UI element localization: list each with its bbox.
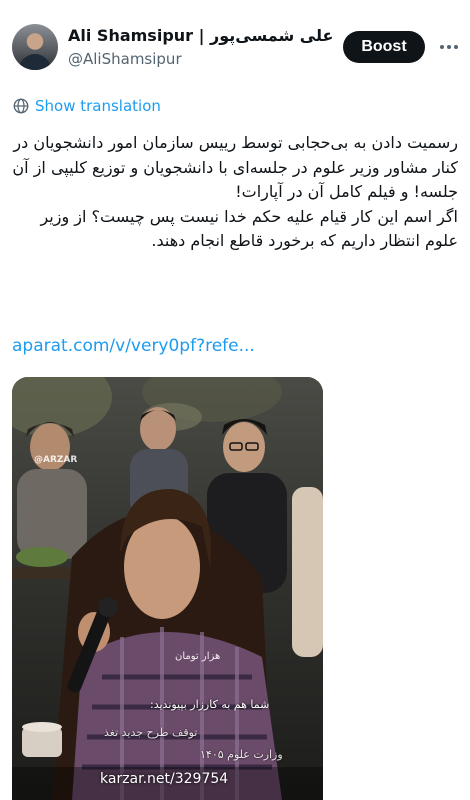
video-overlay-caption: هزار تومان xyxy=(175,651,221,662)
boost-button[interactable]: Boost xyxy=(343,31,425,63)
tweet-paragraph: اگر اسم این کار قیام علیه حکم خدا نیست پ… xyxy=(40,206,458,251)
author-info: Ali Shamsipur | علی شمسی‌پور @AliShamsip… xyxy=(68,24,338,69)
show-translation-link[interactable]: Show translation xyxy=(12,94,161,118)
more-horizontal-icon[interactable] xyxy=(436,31,462,63)
video-source-url: karzar.net/329754 xyxy=(100,771,229,787)
tweet-text: رسمیت دادن به بی‌حجابی توسط رییس سازمان … xyxy=(12,131,458,254)
external-link[interactable]: aparat.com/v/very0pf?refe... xyxy=(12,336,255,356)
video-overlay-caption: توقف طرح جدید تغذ xyxy=(104,726,198,739)
video-overlay-caption: شما هم به کارزار بپیوندید: xyxy=(150,698,270,711)
show-translation-label: Show translation xyxy=(35,97,161,115)
profile-avatar[interactable] xyxy=(12,24,58,70)
tweet-paragraph: رسمیت دادن به بی‌حجابی توسط رییس سازمان … xyxy=(12,133,458,201)
video-watermark: @ARZAR xyxy=(34,455,78,465)
author-display-name[interactable]: Ali Shamsipur | علی شمسی‌پور xyxy=(68,26,333,45)
globe-icon xyxy=(13,98,29,114)
tweet-header: Ali Shamsipur | علی شمسی‌پور @AliShamsip… xyxy=(0,0,470,90)
video-overlay-caption: وزارت علوم ۱۴۰۵ xyxy=(200,748,283,761)
author-handle[interactable]: @AliShamsipur xyxy=(68,50,338,68)
